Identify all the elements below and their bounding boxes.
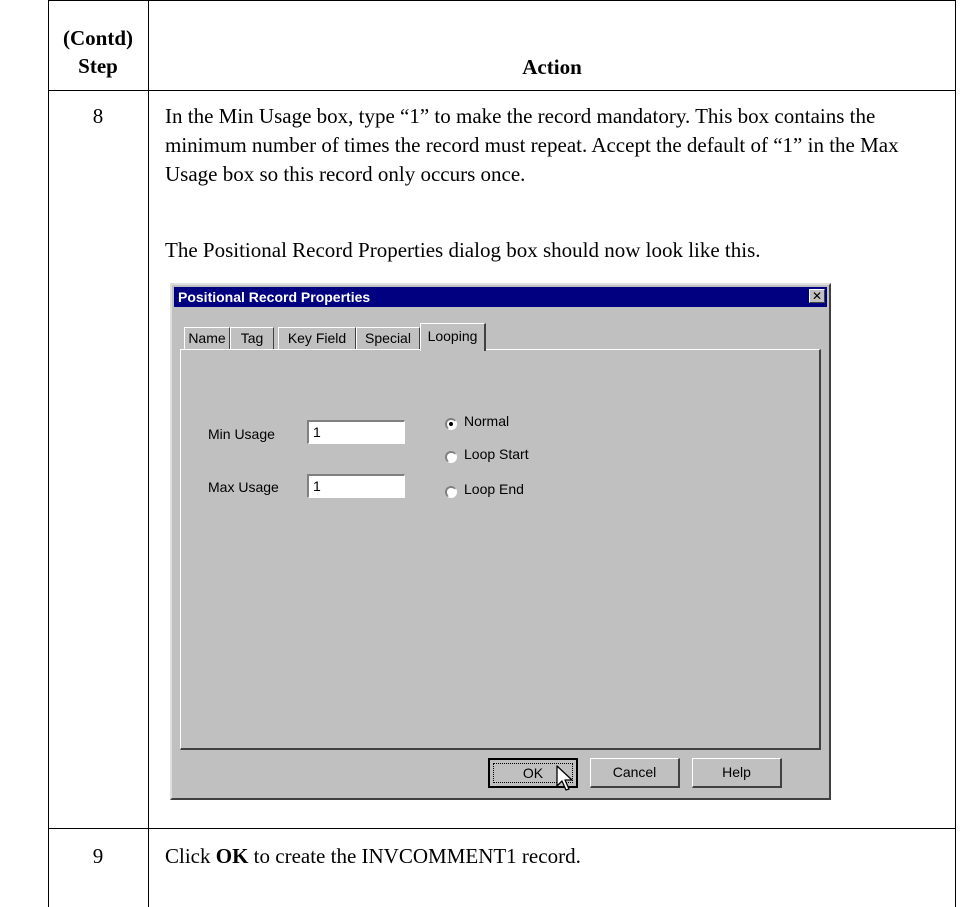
cancel-button[interactable]: Cancel: [590, 758, 680, 788]
table-row-divider: [48, 828, 956, 829]
tab-special-label: Special: [365, 330, 411, 346]
close-button[interactable]: ✕: [809, 289, 825, 303]
step-9-text-post: to create the INVCOMMENT1 record.: [248, 844, 581, 868]
min-usage-label: Min Usage: [208, 426, 275, 442]
table-column-divider: [148, 0, 149, 907]
action-column-header: Action: [522, 55, 582, 79]
max-usage-label: Max Usage: [208, 479, 279, 495]
step-9-text-bold: OK: [215, 844, 249, 868]
step-8-caption: The Positional Record Properties dialog …: [165, 238, 761, 262]
table-border-left: [48, 0, 49, 907]
loop-start-radio-label: Loop Start: [464, 446, 529, 462]
help-button[interactable]: Help: [692, 758, 782, 788]
max-usage-input[interactable]: 1: [307, 474, 405, 498]
tab-special[interactable]: Special: [356, 327, 420, 349]
normal-radio[interactable]: [445, 418, 457, 430]
dialog-titlebar[interactable]: Positional Record Properties ✕: [174, 287, 827, 307]
step-header-line1: (Contd): [62, 26, 133, 50]
step-8-instruction: In the Min Usage box, type “1” to make t…: [165, 104, 899, 186]
step-9-text-pre: Click: [165, 844, 216, 868]
normal-radio-label: Normal: [464, 413, 510, 429]
help-button-label: Help: [722, 764, 751, 780]
tab-tag[interactable]: Tag: [230, 327, 274, 349]
loop-start-radio[interactable]: [445, 451, 457, 463]
tab-tag-label: Tag: [240, 330, 264, 346]
tab-key-field-label: Key Field: [287, 330, 347, 346]
cancel-button-label: Cancel: [612, 764, 657, 780]
dialog-title: Positional Record Properties: [178, 289, 371, 305]
tab-looping[interactable]: Looping: [420, 323, 486, 351]
loop-end-radio[interactable]: [445, 486, 457, 498]
step-column-header: (Contd) Step: [48, 0, 148, 90]
tab-name-label: Name: [188, 330, 226, 346]
step-number-8: 8: [92, 104, 104, 128]
mouse-pointer-icon: [556, 765, 573, 791]
tab-key-field[interactable]: Key Field: [278, 327, 356, 349]
step-9-instruction: Click OK to create the INVCOMMENT1 recor…: [165, 842, 945, 871]
step-number-9: 9: [92, 844, 104, 868]
close-icon: ✕: [811, 289, 823, 303]
positional-record-properties-dialog: Positional Record Properties ✕ Name Tag …: [170, 283, 831, 800]
step-header-line2: Step: [78, 54, 118, 78]
looping-tab-panel: [180, 349, 821, 750]
loop-end-radio-label: Loop End: [464, 481, 524, 497]
tab-name[interactable]: Name: [184, 327, 230, 349]
table-border-right: [955, 0, 956, 907]
tab-looping-label: Looping: [427, 328, 478, 344]
table-header-divider: [48, 90, 956, 91]
min-usage-input[interactable]: 1: [307, 420, 405, 444]
